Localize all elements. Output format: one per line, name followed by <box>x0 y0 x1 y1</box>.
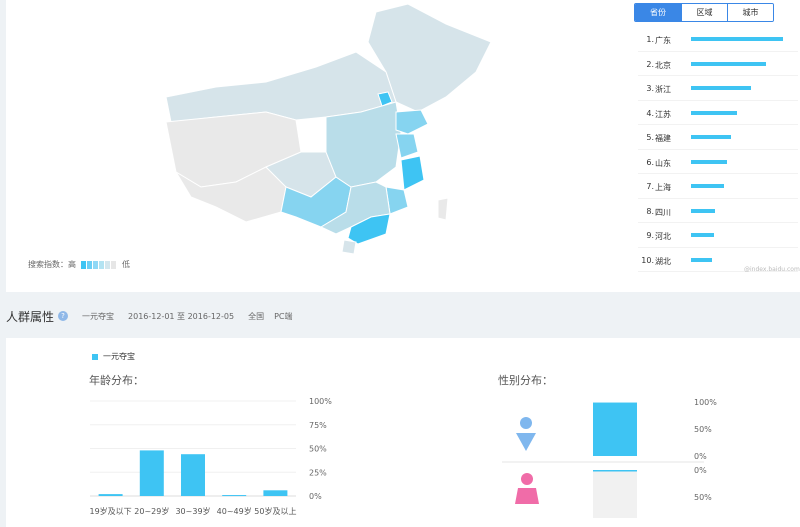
rank-number: 5. <box>646 133 654 142</box>
watermark: @index.baidu.com <box>744 266 800 273</box>
age-bar <box>98 494 123 496</box>
female-icon-body <box>515 488 539 504</box>
tab-region[interactable]: 区域 <box>681 4 727 21</box>
age-y-tick: 25% <box>309 468 327 477</box>
rank-bar <box>691 37 783 41</box>
legend-swatch <box>111 260 116 269</box>
ranking-row[interactable]: 8. 四川 <box>638 199 798 223</box>
ranking-row[interactable]: 1. 广东 <box>638 27 798 52</box>
rank-number: 3. <box>646 84 654 93</box>
ranking-row[interactable]: 2. 北京 <box>638 52 798 76</box>
rank-number: 10. <box>641 255 654 265</box>
legend-low-label: 低 <box>122 260 130 269</box>
rank-number: 6. <box>646 157 654 167</box>
age-y-tick: 0% <box>309 492 322 501</box>
rank-bar <box>691 86 751 90</box>
map-region-shandong[interactable] <box>395 109 429 135</box>
rank-province: 江苏 <box>655 109 671 119</box>
map-region-taiwan[interactable] <box>437 197 449 221</box>
page-root: 搜索指数：高 低 省份 区域 城市 1. 广东 2. 北京 3. 浙江 4. 江苏 5. 福建 6.… <box>0 0 800 527</box>
help-icon[interactable]: ? <box>58 311 69 321</box>
male-y-tick: 100% <box>694 398 717 407</box>
map-legend: 搜索指数：高 低 <box>28 259 130 270</box>
female-y-tick: 0% <box>694 466 707 475</box>
legend-swatch <box>99 260 104 269</box>
rank-province: 福建 <box>655 134 671 143</box>
age-y-tick: 75% <box>309 421 327 430</box>
china-map[interactable] <box>146 2 496 257</box>
tab-city[interactable]: 城市 <box>727 4 773 21</box>
crowd-charts: 0%25%50%75%100%19岁及以下 20~29岁 30~39岁 40~49岁 5… <box>90 397 717 518</box>
legend-swatch <box>81 260 86 269</box>
male-icon-body <box>516 433 536 451</box>
rank-bar <box>691 159 727 164</box>
rank-bar <box>691 61 767 66</box>
rank-province: 浙江 <box>655 85 671 94</box>
age-y-tick: 100% <box>309 397 332 406</box>
age-x-label: 20~29岁 <box>134 506 169 516</box>
crowd-header: 人群属性 ? 一元夺宝 2016-12-01 至 2016-12-05 全国 P… <box>6 296 800 336</box>
legend-swatch <box>105 260 110 269</box>
age-bar <box>139 450 164 496</box>
male-y-tick: 0% <box>694 452 707 461</box>
rank-province: 广东 <box>655 36 671 45</box>
ranking-row[interactable]: 6. 山东 <box>638 150 798 174</box>
rank-bar <box>691 184 725 188</box>
rank-number: 7. <box>646 182 654 191</box>
map-region-zhejiang[interactable] <box>400 155 425 191</box>
female-bar-track <box>593 470 637 518</box>
male-bar <box>593 402 637 456</box>
ranking-row[interactable]: 4. 江苏 <box>638 101 798 125</box>
rank-province: 河北 <box>655 232 671 241</box>
legend-swatch <box>87 260 92 269</box>
keyword-label: 一元夺宝 <box>82 311 115 321</box>
rank-number: 8. <box>646 206 654 216</box>
female-bar <box>593 470 637 472</box>
rank-province: 北京 <box>655 60 671 70</box>
male-icon <box>520 417 532 429</box>
rank-bar <box>691 233 714 237</box>
rank-number: 9. <box>646 231 654 240</box>
rank-province: 湖北 <box>655 256 671 266</box>
ranking-row[interactable]: 9. 河北 <box>638 223 798 248</box>
rank-bar <box>691 135 731 139</box>
ranking-row[interactable]: 7. 上海 <box>638 174 798 199</box>
rank-number: 2. <box>646 59 654 69</box>
rank-bar <box>691 257 713 262</box>
male-y-tick: 50% <box>694 425 712 434</box>
date-range: 2016-12-01 至 2016-12-05 <box>128 311 235 321</box>
female-icon <box>521 473 533 485</box>
legend-swatch <box>93 260 98 269</box>
rank-province: 山东 <box>655 158 671 168</box>
rank-bar <box>691 110 737 115</box>
rank-province: 四川 <box>655 207 671 217</box>
rank-province: 上海 <box>655 183 671 192</box>
ranking-row[interactable]: 3. 浙江 <box>638 76 798 101</box>
age-bar <box>181 454 205 496</box>
region-tabs: 省份 区域 城市 <box>634 3 774 22</box>
ranking-row[interactable]: 5. 福建 <box>638 125 798 150</box>
rank-number: 1. <box>646 35 654 44</box>
tab-province[interactable]: 省份 <box>635 4 681 21</box>
legend-label: 搜索指数：高 <box>28 260 76 269</box>
rank-number: 4. <box>646 108 654 118</box>
section-title: 人群属性 <box>6 309 55 324</box>
platform-label: PC端 <box>274 311 293 321</box>
age-x-label: 50岁及以上 <box>254 506 296 516</box>
rank-bar <box>691 208 715 213</box>
map-region-jiangsu[interactable] <box>395 133 419 159</box>
age-bar <box>222 495 247 497</box>
female-y-tick: 50% <box>694 493 712 502</box>
age-x-label: 40~49岁 <box>217 506 252 516</box>
map-region-hainan[interactable] <box>341 239 357 255</box>
legend-scale <box>81 260 117 269</box>
province-ranking: 1. 广东 2. 北京 3. 浙江 4. 江苏 5. 福建 6. 山东 7. 上海 8. 四川 9. 河北 10. 湖… <box>638 27 798 272</box>
region-label: 全国 <box>248 311 265 321</box>
region-panel: 搜索指数：高 低 省份 区域 城市 1. 广东 2. 北京 3. 浙江 4. 江苏 5. 福建 6.… <box>6 0 800 292</box>
age-x-label: 19岁及以下 <box>90 506 132 516</box>
age-x-label: 30~39岁 <box>175 506 210 516</box>
crowd-panel: 一元夺宝 年龄分布： 性别分布： 0% 25% 50% 75% 100% 19岁及以下 20… <box>6 338 800 527</box>
age-bar <box>263 490 288 496</box>
age-y-tick: 50% <box>309 445 327 454</box>
